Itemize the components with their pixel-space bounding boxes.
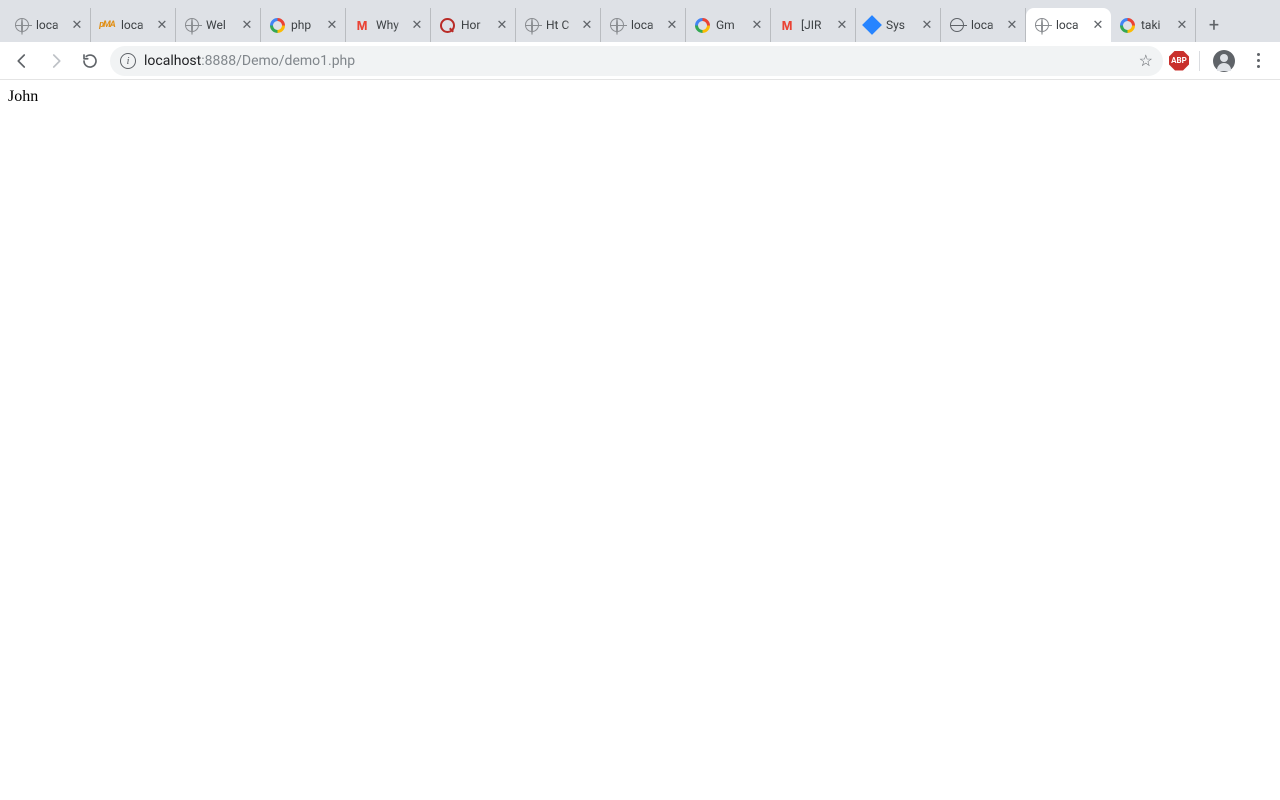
close-tab-icon[interactable]: ✕ bbox=[750, 18, 764, 32]
close-tab-icon[interactable]: ✕ bbox=[1091, 18, 1105, 32]
url-path: /Demo/demo1.php bbox=[236, 53, 355, 69]
tab-title: Gm bbox=[716, 18, 744, 32]
url-host: localhost bbox=[144, 53, 201, 69]
close-tab-icon[interactable]: ✕ bbox=[410, 18, 424, 32]
browser-tab[interactable]: Ht C ✕ bbox=[516, 8, 601, 42]
tab-title: php bbox=[291, 18, 319, 32]
google-icon bbox=[269, 17, 285, 33]
page-viewport: John bbox=[0, 80, 1280, 114]
tab-title: loca bbox=[1056, 18, 1085, 32]
tab-title: loca bbox=[36, 18, 64, 32]
gmail-icon: M bbox=[779, 17, 795, 33]
bookmark-star-icon[interactable]: ☆ bbox=[1139, 51, 1153, 70]
tab-title: Sys bbox=[886, 18, 914, 32]
address-bar[interactable]: i localhost:8888/Demo/demo1.php ☆ bbox=[110, 46, 1163, 76]
browser-tab[interactable]: loca ✕ bbox=[941, 8, 1026, 42]
tab-title: taki bbox=[1141, 18, 1169, 32]
globe-icon bbox=[1034, 17, 1050, 33]
close-tab-icon[interactable]: ✕ bbox=[155, 18, 169, 32]
browser-tab[interactable]: Wel ✕ bbox=[176, 8, 261, 42]
toolbar-separator bbox=[1199, 51, 1200, 71]
close-tab-icon[interactable]: ✕ bbox=[325, 18, 339, 32]
browser-tab[interactable]: loca ✕ bbox=[6, 8, 91, 42]
browser-tab[interactable]: Hor ✕ bbox=[431, 8, 516, 42]
google-icon bbox=[1119, 17, 1135, 33]
tab-title: loca bbox=[971, 18, 999, 32]
tab-title: loca bbox=[631, 18, 659, 32]
google-icon bbox=[694, 17, 710, 33]
close-tab-icon[interactable]: ✕ bbox=[70, 18, 84, 32]
chrome-menu-button[interactable] bbox=[1244, 47, 1272, 75]
browser-tab[interactable]: pMA loca ✕ bbox=[91, 8, 176, 42]
close-tab-icon[interactable]: ✕ bbox=[835, 18, 849, 32]
close-tab-icon[interactable]: ✕ bbox=[665, 18, 679, 32]
site-info-icon[interactable]: i bbox=[120, 53, 136, 69]
browser-tab[interactable]: loca ✕ bbox=[601, 8, 686, 42]
browser-tab[interactable]: loca ✕ bbox=[1026, 8, 1111, 42]
browser-toolbar: i localhost:8888/Demo/demo1.php ☆ ABP bbox=[0, 42, 1280, 80]
tab-title: [JIR bbox=[801, 18, 829, 32]
browser-tab[interactable]: php ✕ bbox=[261, 8, 346, 42]
jira-icon bbox=[864, 17, 880, 33]
page-body-text: John bbox=[8, 88, 38, 105]
tab-title: Wel bbox=[206, 18, 234, 32]
browser-tab[interactable]: Gm ✕ bbox=[686, 8, 771, 42]
tab-title: Why bbox=[376, 18, 404, 32]
tab-title: Ht C bbox=[546, 18, 574, 32]
new-tab-button[interactable]: + bbox=[1200, 11, 1228, 39]
gmail-icon: M bbox=[354, 17, 370, 33]
phpmyadmin-icon: pMA bbox=[99, 17, 115, 33]
close-tab-icon[interactable]: ✕ bbox=[495, 18, 509, 32]
globe-icon bbox=[609, 17, 625, 33]
url-text: localhost:8888/Demo/demo1.php bbox=[144, 53, 355, 69]
close-tab-icon[interactable]: ✕ bbox=[1175, 18, 1189, 32]
globe-icon bbox=[949, 17, 965, 33]
globe-icon bbox=[184, 17, 200, 33]
close-tab-icon[interactable]: ✕ bbox=[920, 18, 934, 32]
globe-icon bbox=[14, 17, 30, 33]
profile-button[interactable] bbox=[1210, 47, 1238, 75]
browser-tab[interactable]: M Why ✕ bbox=[346, 8, 431, 42]
globe-icon bbox=[524, 17, 540, 33]
browser-tab[interactable]: taki ✕ bbox=[1111, 8, 1196, 42]
browser-tab[interactable]: Sys ✕ bbox=[856, 8, 941, 42]
tab-title: Hor bbox=[461, 18, 489, 32]
close-tab-icon[interactable]: ✕ bbox=[1005, 18, 1019, 32]
tab-title: loca bbox=[121, 18, 149, 32]
forward-button[interactable] bbox=[42, 47, 70, 75]
tab-strip: loca ✕ pMA loca ✕ Wel ✕ php ✕ M Why ✕ Hor ✕ Ht C ✕ loca ✕… bbox=[0, 0, 1280, 42]
browser-tab[interactable]: M [JIR ✕ bbox=[771, 8, 856, 42]
url-port: :8888 bbox=[201, 53, 236, 69]
quora-icon bbox=[439, 17, 455, 33]
back-button[interactable] bbox=[8, 47, 36, 75]
reload-button[interactable] bbox=[76, 47, 104, 75]
adblock-extension-icon[interactable]: ABP bbox=[1169, 51, 1189, 71]
close-tab-icon[interactable]: ✕ bbox=[580, 18, 594, 32]
close-tab-icon[interactable]: ✕ bbox=[240, 18, 254, 32]
